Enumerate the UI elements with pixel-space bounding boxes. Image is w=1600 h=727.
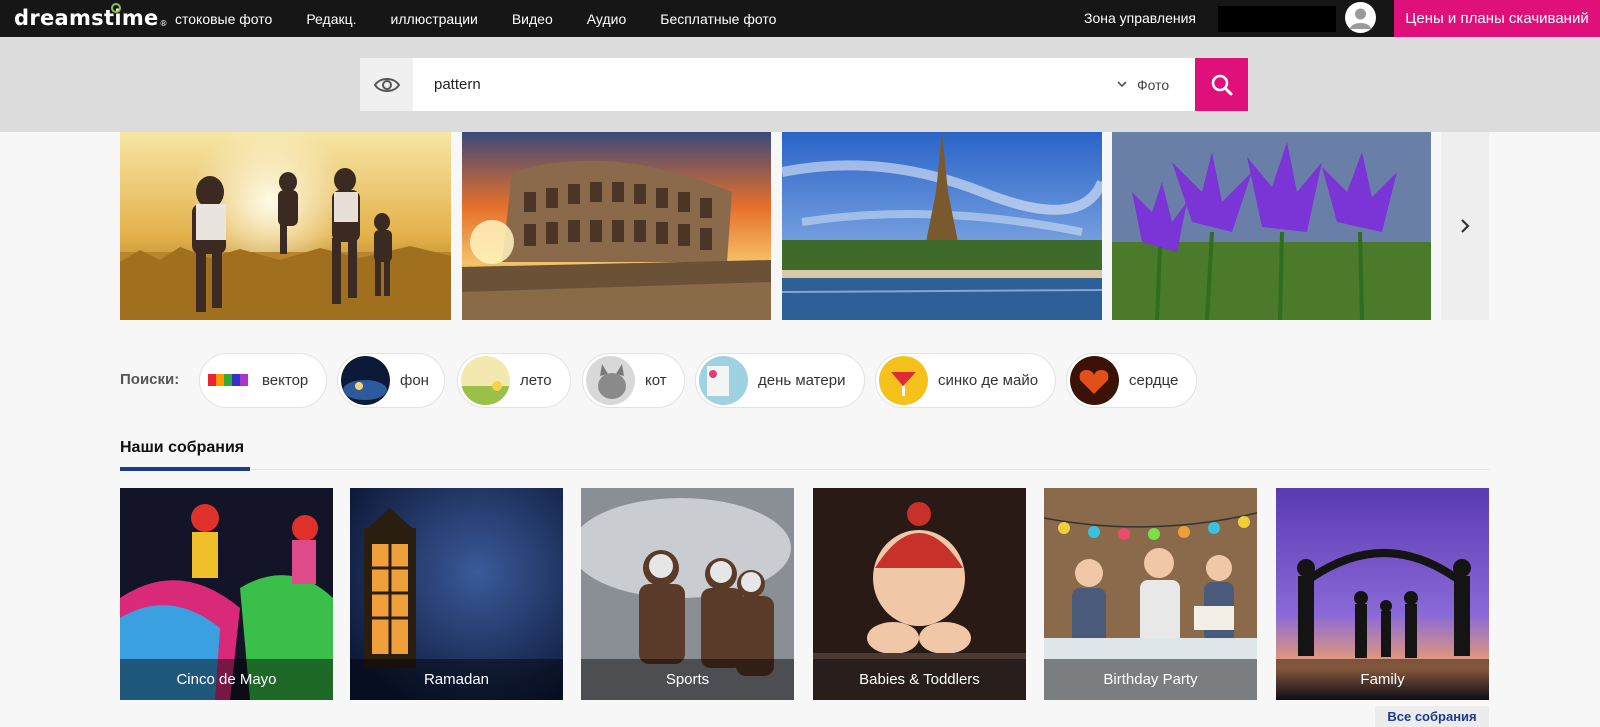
collection-caption: Babies & Toddlers xyxy=(813,659,1026,700)
search-chip-summer[interactable]: лето xyxy=(457,353,571,408)
collection-caption: Birthday Party xyxy=(1044,659,1257,700)
chip-label: вектор xyxy=(262,372,309,389)
collection-card-birthday[interactable]: Birthday Party xyxy=(1044,488,1257,700)
collections-title: Наши собрания xyxy=(120,439,245,456)
search-button[interactable] xyxy=(1195,58,1248,111)
collection-caption: Ramadan xyxy=(350,659,563,700)
chip-label: синко де майо xyxy=(938,372,1039,389)
logo-text: dreamstime xyxy=(14,6,159,30)
nav-free-photos[interactable]: Бесплатные фото xyxy=(660,11,776,27)
chip-thumb xyxy=(341,356,390,405)
pricing-button[interactable]: Цены и планы скачиваний xyxy=(1394,0,1600,37)
search-box: Фото xyxy=(360,58,1248,111)
chip-thumb xyxy=(461,356,510,405)
logo-swirl-icon xyxy=(111,3,121,13)
main-nav: стоковые фото Редакц. иллюстрации Видео … xyxy=(175,0,810,37)
carousel-image-eiffel[interactable] xyxy=(782,132,1102,320)
collection-card-ramadan[interactable]: Ramadan xyxy=(350,488,563,700)
searches-label: Поиски: xyxy=(120,371,180,388)
control-zone-link[interactable]: Зона управления xyxy=(1084,0,1196,37)
search-input[interactable] xyxy=(434,58,1034,111)
nav-stock-photos[interactable]: стоковые фото xyxy=(175,11,272,27)
logo[interactable]: dreamstime ® xyxy=(14,3,168,33)
collection-caption: Cinco de Mayo xyxy=(120,659,333,700)
carousel-image-family[interactable] xyxy=(120,132,451,320)
chevron-down-icon xyxy=(1117,81,1127,88)
chip-thumb xyxy=(586,356,635,405)
nav-audio[interactable]: Аудио xyxy=(587,11,627,27)
chevron-right-icon xyxy=(1461,219,1470,233)
chip-label: фон xyxy=(400,372,429,389)
chip-label: день матери xyxy=(758,372,846,389)
search-icon xyxy=(1211,74,1232,95)
logo-reg: ® xyxy=(159,18,168,28)
chip-label: лето xyxy=(520,372,552,389)
chip-label: кот xyxy=(645,372,667,389)
search-chip-cinco-de-mayo[interactable]: синко де майо xyxy=(875,353,1056,408)
search-chip-background[interactable]: фон xyxy=(337,353,445,408)
username-box[interactable] xyxy=(1218,6,1336,32)
nav-illustrations[interactable]: иллюстрации xyxy=(391,11,478,27)
chip-thumb xyxy=(203,356,252,405)
search-chip-vector[interactable]: вектор xyxy=(199,353,327,408)
carousel-image-crocus[interactable] xyxy=(1112,132,1431,320)
collection-card-babies[interactable]: Babies & Toddlers xyxy=(813,488,1026,700)
collections-divider xyxy=(120,469,1489,470)
collection-caption: Sports xyxy=(581,659,794,700)
chip-label: сердце xyxy=(1129,372,1179,389)
search-chip-heart[interactable]: сердце xyxy=(1066,353,1197,408)
carousel-next-button[interactable] xyxy=(1441,132,1489,320)
chip-thumb xyxy=(699,356,748,405)
user-avatar-icon[interactable] xyxy=(1345,2,1376,33)
nav-video[interactable]: Видео xyxy=(512,11,553,27)
all-collections-link[interactable]: Все собрания xyxy=(1375,706,1489,727)
collection-caption: Family xyxy=(1276,659,1489,700)
eye-icon[interactable] xyxy=(360,58,413,111)
search-chip-mothers-day[interactable]: день матери xyxy=(695,353,865,408)
search-band: Фото xyxy=(0,37,1600,132)
collections-title-underline xyxy=(120,467,250,471)
search-type-label: Фото xyxy=(1137,76,1170,93)
search-type-select[interactable]: Фото xyxy=(1117,58,1169,111)
collection-card-sports[interactable]: Sports xyxy=(581,488,794,700)
collection-card-cinco-de-mayo[interactable]: Cinco de Mayo xyxy=(120,488,333,700)
chip-thumb xyxy=(879,356,928,405)
top-navbar: dreamstime ® стоковые фото Редакц. иллюст… xyxy=(0,0,1600,37)
carousel-image-colosseum[interactable] xyxy=(462,132,771,320)
nav-editorial[interactable]: Редакц. xyxy=(306,11,356,27)
chip-thumb xyxy=(1070,356,1119,405)
search-chip-cat[interactable]: кот xyxy=(582,353,685,408)
collection-card-family[interactable]: Family xyxy=(1276,488,1489,700)
